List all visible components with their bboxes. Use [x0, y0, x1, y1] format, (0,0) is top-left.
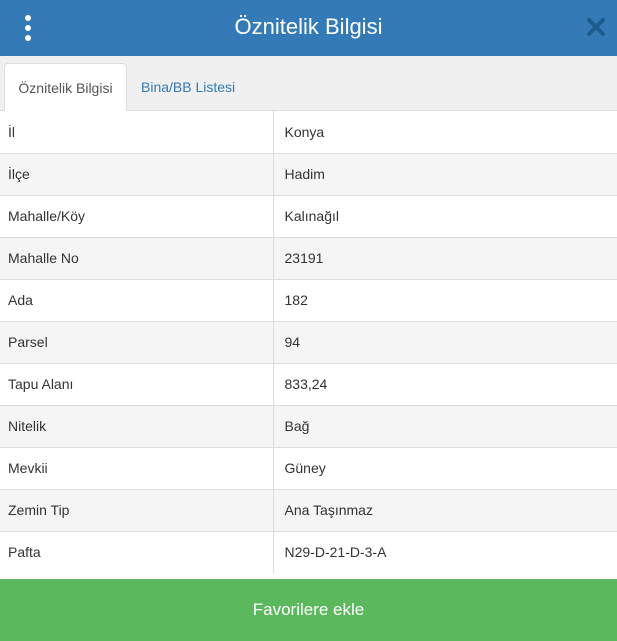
- attribute-key: Mahalle/Köy: [0, 194, 274, 237]
- attribute-key: Ada: [0, 278, 274, 321]
- table-row: Parsel 94: [0, 320, 617, 363]
- attribute-value: Hadim: [273, 152, 617, 195]
- attribute-key: Tapu Alanı: [0, 362, 274, 405]
- attribute-key: İlçe: [0, 152, 274, 195]
- attribute-key: Pafta: [0, 530, 274, 573]
- table-row: Tapu Alanı 833,24: [0, 362, 617, 405]
- table-row: İlçe Hadim: [0, 152, 617, 195]
- attribute-key: Zemin Tip: [0, 488, 274, 531]
- attribute-value: 182: [273, 278, 617, 321]
- add-to-favorites-button[interactable]: Favorilere ekle: [0, 579, 617, 641]
- attribute-key: Nitelik: [0, 404, 274, 447]
- attribute-value: Güney: [273, 446, 617, 489]
- page-title: Öznitelik Bilgisi: [234, 14, 383, 39]
- attribute-value: 23191: [273, 236, 617, 279]
- tab-bar: Öznitelik Bilgisi Bina/BB Listesi: [0, 56, 617, 111]
- attribute-key: Mahalle No: [0, 236, 274, 279]
- table-row: Mevkii Güney: [0, 446, 617, 489]
- attribute-value: Bağ: [273, 404, 617, 447]
- attribute-key: İl: [0, 111, 274, 153]
- tab-bina-bb-listesi[interactable]: Bina/BB Listesi: [131, 63, 245, 111]
- table-row: İl Konya: [0, 111, 617, 153]
- attribute-table: İl Konya İlçe Hadim Mahalle/Köy Kalınağı…: [0, 111, 617, 573]
- tab-oznitelik-bilgisi[interactable]: Öznitelik Bilgisi: [4, 63, 127, 111]
- attribute-value: Ana Taşınmaz: [273, 488, 617, 531]
- table-row: Zemin Tip Ana Taşınmaz: [0, 488, 617, 531]
- table-row: Nitelik Bağ: [0, 404, 617, 447]
- attribute-value: Kalınağıl: [273, 194, 617, 237]
- attribute-value: 833,24: [273, 362, 617, 405]
- attribute-key: Mevkii: [0, 446, 274, 489]
- table-row: Ada 182: [0, 278, 617, 321]
- header-bar: Öznitelik Bilgisi: [0, 0, 617, 56]
- attribute-value: N29-D-21-D-3-A: [273, 530, 617, 573]
- table-row: Mahalle No 23191: [0, 236, 617, 279]
- attribute-key: Parsel: [0, 320, 274, 363]
- attribute-value: Konya: [284, 123, 325, 140]
- table-row: Mahalle/Köy Kalınağıl: [0, 194, 617, 237]
- table-row: Pafta N29-D-21-D-3-A: [0, 530, 617, 573]
- attribute-value: 94: [273, 320, 617, 363]
- close-icon[interactable]: [585, 16, 607, 38]
